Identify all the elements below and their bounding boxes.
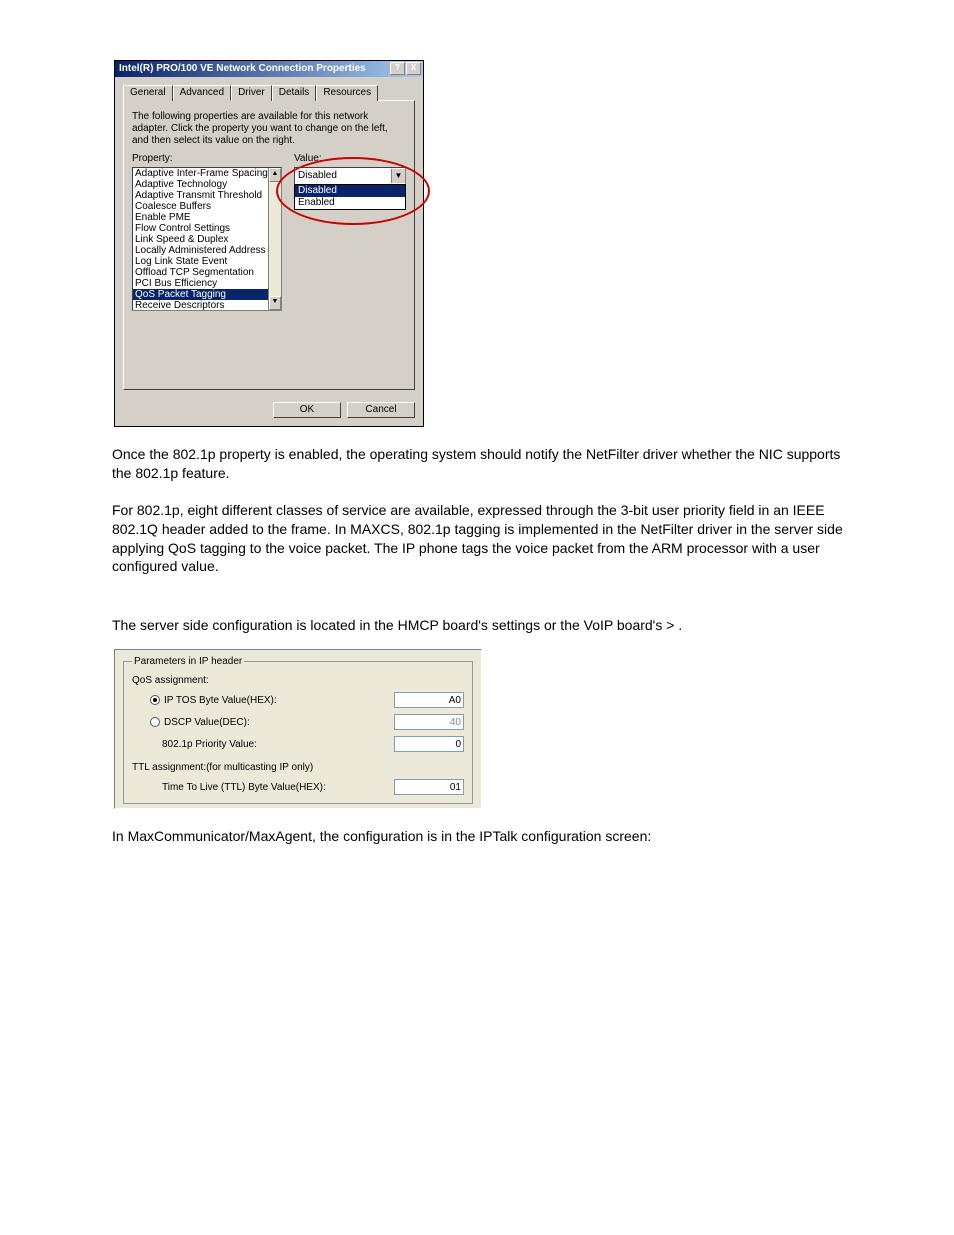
radio-dscp[interactable] (150, 717, 160, 727)
tab-details[interactable]: Details (272, 85, 317, 101)
list-item[interactable]: Coalesce Buffers (133, 201, 281, 212)
tab-resources[interactable]: Resources (316, 85, 378, 101)
ttl-input[interactable] (394, 779, 464, 795)
cancel-button[interactable]: Cancel (347, 402, 415, 418)
help-icon[interactable]: ? (390, 62, 405, 75)
ip-header-parameters-panel: Parameters in IP header QoS assignment: … (114, 649, 482, 809)
qos-assignment-label: QoS assignment: (132, 675, 464, 686)
dscp-label: DSCP Value(DEC): (164, 717, 250, 728)
parameters-fieldset: Parameters in IP header QoS assignment: … (123, 656, 473, 804)
body-paragraph: Once the 802.1p property is enabled, the… (112, 445, 854, 483)
tos-input[interactable] (394, 692, 464, 708)
fieldset-legend: Parameters in IP header (132, 656, 244, 667)
list-item[interactable]: Receive Descriptors (133, 300, 281, 311)
property-label: Property: (132, 153, 282, 165)
text-span: > (666, 617, 678, 633)
combobox-value: Disabled (295, 170, 391, 182)
body-paragraph: The server side configuration is located… (112, 616, 854, 635)
list-item-selected[interactable]: QoS Packet Tagging (133, 289, 281, 300)
body-paragraph: In MaxCommunicator/MaxAgent, the configu… (112, 827, 854, 846)
tab-row: General Advanced Driver Details Resource… (123, 85, 415, 101)
text-span: The server side configuration is located… (112, 617, 492, 633)
scrollbar[interactable]: ▲ ▼ (268, 168, 281, 310)
value-dropdown-list[interactable]: Disabled Enabled (294, 184, 406, 210)
text-span: . (678, 617, 682, 633)
list-item[interactable]: Offload TCP Segmentation (133, 267, 281, 278)
tos-label: IP TOS Byte Value(HEX): (164, 695, 277, 706)
close-icon[interactable]: X (406, 62, 421, 75)
property-listbox[interactable]: Adaptive Inter-Frame Spacing Adaptive Te… (132, 167, 282, 311)
ttl-label: Time To Live (TTL) Byte Value(HEX): (162, 782, 326, 793)
ttl-section-label: TTL assignment:(for multicasting IP only… (132, 762, 464, 773)
list-item[interactable]: PCI Bus Efficiency (133, 278, 281, 289)
priority-label: 802.1p Priority Value: (162, 739, 257, 750)
scroll-up-icon[interactable]: ▲ (269, 168, 281, 182)
ok-button[interactable]: OK (273, 402, 341, 418)
chevron-down-icon[interactable]: ▼ (391, 169, 405, 183)
value-label: Value: (294, 153, 406, 165)
instruction-text: The following properties are available f… (132, 111, 406, 147)
list-item[interactable]: Flow Control Settings (133, 223, 281, 234)
list-item[interactable]: Adaptive Inter-Frame Spacing (133, 168, 281, 179)
tab-general[interactable]: General (123, 85, 173, 101)
list-item[interactable]: Enable PME (133, 212, 281, 223)
radio-tos[interactable] (150, 695, 160, 705)
nic-properties-dialog: Intel(R) PRO/100 VE Network Connection P… (114, 60, 424, 427)
tab-advanced[interactable]: Advanced (173, 85, 231, 101)
list-item[interactable]: Link Speed & Duplex (133, 234, 281, 245)
option-enabled[interactable]: Enabled (295, 197, 405, 209)
titlebar: Intel(R) PRO/100 VE Network Connection P… (115, 61, 423, 77)
dscp-input (394, 714, 464, 730)
list-item[interactable]: Log Link State Event (133, 256, 281, 267)
list-item[interactable]: Adaptive Technology (133, 179, 281, 190)
text-span: settings or the VoIP board's (492, 617, 666, 633)
option-disabled[interactable]: Disabled (295, 185, 405, 197)
tab-driver[interactable]: Driver (231, 85, 272, 101)
value-combobox[interactable]: Disabled ▼ (294, 167, 406, 185)
priority-input[interactable] (394, 736, 464, 752)
scroll-down-icon[interactable]: ▼ (269, 296, 281, 310)
list-item[interactable]: Locally Administered Address (133, 245, 281, 256)
body-paragraph: For 802.1p, eight different classes of s… (112, 501, 854, 577)
window-title: Intel(R) PRO/100 VE Network Connection P… (119, 63, 366, 75)
tab-content: The following properties are available f… (123, 100, 415, 390)
list-item[interactable]: Adaptive Transmit Threshold (133, 190, 281, 201)
